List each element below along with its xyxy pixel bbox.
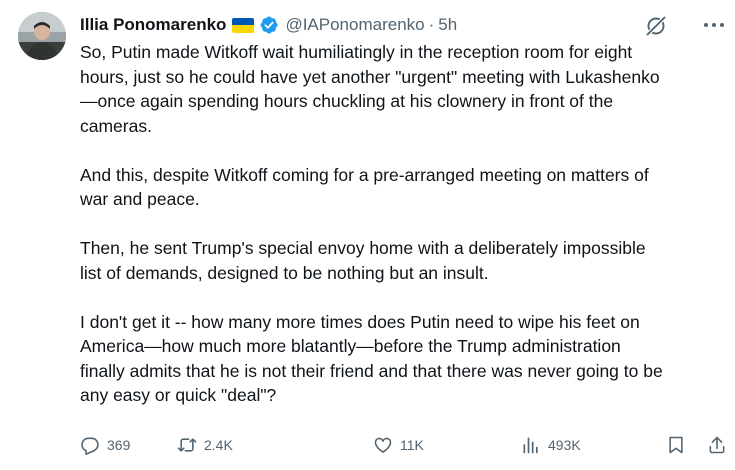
ukraine-flag-icon [232,17,255,33]
separator-dot: · [428,15,435,34]
more-icon[interactable] [701,14,727,36]
bookmark-button[interactable] [666,432,686,458]
analytics-icon [523,437,538,454]
reply-count: 369 [107,437,131,453]
post-time[interactable]: 5h [438,15,457,35]
share-icon [709,436,725,454]
tweet-text: So, Putin made Witkoff wait humiliatingl… [80,40,728,408]
bookmark-icon [669,436,683,454]
tweet-header: Illia Ponomarenko @IAPonomarenko · 5h [80,14,457,36]
tweet-paragraph: So, Putin made Witkoff wait humiliatingl… [80,42,660,136]
reply-icon [81,437,99,455]
like-button[interactable]: 11K [373,432,424,458]
like-count: 11K [400,437,424,453]
tweet-paragraph: Then, he sent Trump's special envoy home… [80,238,646,283]
view-count: 493K [548,437,581,453]
repost-button[interactable]: 2.4K [177,432,233,458]
avatar[interactable] [18,12,66,60]
tweet-paragraph: I don't get it -- how many more times do… [80,311,663,406]
grok-icon[interactable] [645,15,667,37]
verified-badge-icon[interactable] [259,15,279,35]
tweet-paragraph: And this, despite Witkoff coming for a p… [80,164,649,210]
repost-icon [177,438,197,452]
author-handle[interactable]: @IAPonomarenko [285,15,424,35]
share-button[interactable] [707,432,727,458]
heart-icon [374,437,392,453]
repost-count: 2.4K [204,437,233,453]
author-name[interactable]: Illia Ponomarenko [80,15,226,35]
views-button[interactable]: 493K [521,432,581,458]
reply-button[interactable]: 369 [80,432,130,458]
tweet[interactable]: Illia Ponomarenko @IAPonomarenko · 5h So… [0,0,735,470]
action-bar: 369 2.4K 11K 493K [80,432,730,458]
